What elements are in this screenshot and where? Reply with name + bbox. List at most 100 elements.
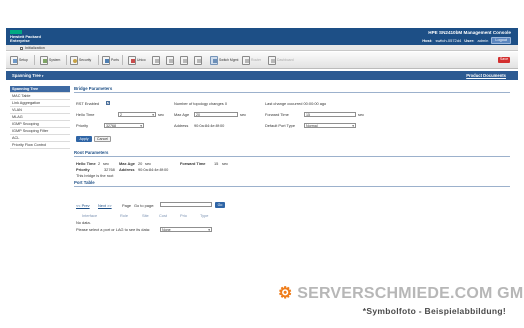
root-hello-time-unit: sec — [103, 161, 110, 166]
toolbar-divider — [98, 55, 99, 65]
toolbar-router-label: Router — [251, 58, 262, 62]
root-max-age-label: Max Age — [119, 161, 135, 166]
checkbox-icon — [20, 46, 23, 50]
rstp-enabled-label: RST Enabled — [76, 101, 100, 106]
toolbar-switch-mgmt[interactable]: Switch Mgmt — [210, 54, 238, 66]
hpe-logo: Hewlett Packard Enterprise — [10, 30, 41, 44]
root-address-value: 90:0a:84:4e:8f:00 — [138, 167, 169, 172]
address-label: Address — [174, 123, 189, 128]
toolbar-system-label: System — [49, 58, 61, 62]
sidebar-item-acl[interactable]: ACL — [10, 135, 70, 142]
dashboard-icon — [268, 55, 276, 65]
console-title: HPE SN2410bM Management Console — [428, 30, 511, 35]
root-forward-time-value: 15 — [214, 161, 219, 166]
next-page-link[interactable]: Next >> — [98, 203, 112, 208]
toolbar-disabled-1 — [152, 54, 160, 66]
host-value: switch-0572d4 — [435, 37, 462, 43]
placeholder-icon — [180, 55, 188, 65]
toolbar-unico-label: Unico — [137, 58, 146, 62]
toolbar-switch-mgmt-label: Switch Mgmt — [219, 58, 239, 62]
toolbar-system[interactable]: System — [40, 54, 60, 66]
sidebar-item-vlan[interactable]: VLAN — [10, 107, 70, 114]
column-header-site: Site — [142, 213, 149, 218]
rstp-enabled-checkbox[interactable]: ✓ — [106, 100, 110, 105]
user-value: admin — [477, 37, 489, 43]
section-divider — [74, 92, 510, 93]
toolbar-unico[interactable]: Unico — [128, 54, 146, 66]
prev-page-link[interactable]: << Prev — [76, 203, 90, 208]
cancel-button[interactable]: Cancel — [94, 136, 111, 142]
toolbar-dashboard-label: Dashboard — [277, 58, 294, 62]
hpe-logo-line-2: Enterprise — [10, 38, 30, 44]
sidebar-item-spanning-tree[interactable]: Spanning Tree — [10, 86, 70, 93]
toolbar-setup-label: Setup — [19, 58, 28, 62]
user-label: User: — [464, 37, 475, 43]
tab-strip: Initialization — [6, 45, 518, 51]
product-documents-link[interactable]: Product Documents — [466, 73, 506, 78]
column-header-type: Type — [200, 213, 209, 218]
sidebar-item-igmp-snooping-filter[interactable]: IGMP Snooping Filter — [10, 128, 70, 135]
sidebar-item-mac-table[interactable]: MAC Table — [10, 93, 70, 100]
session-info: Host: switch-0572d4 User: admin Logout — [422, 36, 511, 44]
save-button[interactable]: Save — [498, 57, 510, 63]
main-toolbar: Setup System Security Ports Unico Switch… — [6, 52, 518, 69]
root-address-label: Address — [119, 167, 135, 172]
hello-time-label: Hello Time — [76, 112, 95, 117]
toolbar-security[interactable]: Security — [70, 54, 91, 66]
chevron-down-icon: ▾ — [41, 73, 44, 78]
sidebar-item-mlag[interactable]: MLAG — [10, 114, 70, 121]
host-label: Host: — [422, 37, 433, 43]
page-label: Page — [122, 203, 132, 208]
sidebar-item-igmp-snooping[interactable]: IGMP Snooping — [10, 121, 70, 128]
root-forward-time-unit: sec — [222, 161, 229, 166]
security-icon — [70, 55, 78, 65]
sidebar-item-priority-flow-control[interactable]: Priority Flow Control — [10, 142, 70, 149]
hello-time-select[interactable]: 2 — [118, 111, 156, 117]
tab-label: Initialization — [25, 46, 45, 50]
toolbar-divider — [34, 55, 35, 65]
root-max-age-value: 20 — [138, 161, 143, 166]
toolbar-security-label: Security — [79, 58, 92, 62]
toolbar-router[interactable]: Router — [242, 54, 261, 66]
switch-mgmt-icon — [210, 55, 218, 65]
forward-time-unit: sec — [358, 112, 365, 117]
hello-time-unit: sec — [158, 112, 165, 117]
toolbar-disabled-3 — [180, 54, 188, 66]
ports-icon — [102, 55, 110, 65]
logout-button[interactable]: Logout — [491, 36, 511, 44]
toolbar-ports[interactable]: Ports — [102, 54, 119, 66]
max-age-input[interactable]: 20 — [194, 111, 238, 117]
main-content: Bridge Parameters RST Enabled ✓ Number o… — [74, 86, 514, 236]
column-header-prio: Prio — [180, 213, 187, 218]
last-change-text: Last change occurred 00:00:00 ago — [265, 101, 327, 106]
go-to-page-input[interactable] — [160, 202, 212, 207]
port-select[interactable]: None — [160, 226, 212, 232]
router-icon — [242, 55, 250, 65]
sidebar-item-link-aggregation[interactable]: Link Aggregation — [10, 100, 70, 107]
default-port-type-select[interactable]: Normal — [304, 122, 356, 128]
section-title-text: Spanning Tree — [12, 73, 41, 79]
root-hello-time-label: Hello Time — [76, 161, 96, 166]
toolbar-divider — [66, 55, 67, 65]
sidebar: Spanning Tree MAC Table Link Aggregation… — [10, 86, 70, 149]
toolbar-disabled-2 — [166, 54, 174, 66]
watermark-brand: ⚙ SERVERSCHMIEDE.COM GMBH — [278, 283, 524, 303]
root-parameters-title: Root Parameters — [74, 150, 109, 155]
root-max-age-unit: sec — [145, 161, 152, 166]
go-button[interactable]: Go — [215, 201, 225, 208]
root-priority-value: 32768 — [104, 167, 115, 172]
watermark-brand-text: SERVERSCHMIEDE.COM GMBH — [297, 285, 524, 302]
section-title[interactable]: Spanning Tree ▾ — [12, 73, 43, 78]
max-age-label: Max Age — [174, 112, 190, 117]
bridge-parameters-title: Bridge Parameters — [74, 86, 113, 91]
toolbar-dashboard[interactable]: Dashboard — [268, 54, 294, 66]
forward-time-input[interactable]: 15 — [304, 111, 356, 117]
topology-changes-text: Number of topology changes 0 — [174, 101, 227, 106]
tab-initialization[interactable]: Initialization — [20, 46, 45, 50]
toolbar-setup[interactable]: Setup — [10, 54, 28, 66]
apply-button[interactable]: Apply — [76, 136, 92, 142]
forward-time-label: Forward Time — [265, 112, 289, 117]
gear-icon: ⚙ — [278, 285, 293, 302]
default-port-type-label: Default Port Type — [265, 123, 295, 128]
priority-select[interactable]: 32768 — [104, 122, 144, 128]
